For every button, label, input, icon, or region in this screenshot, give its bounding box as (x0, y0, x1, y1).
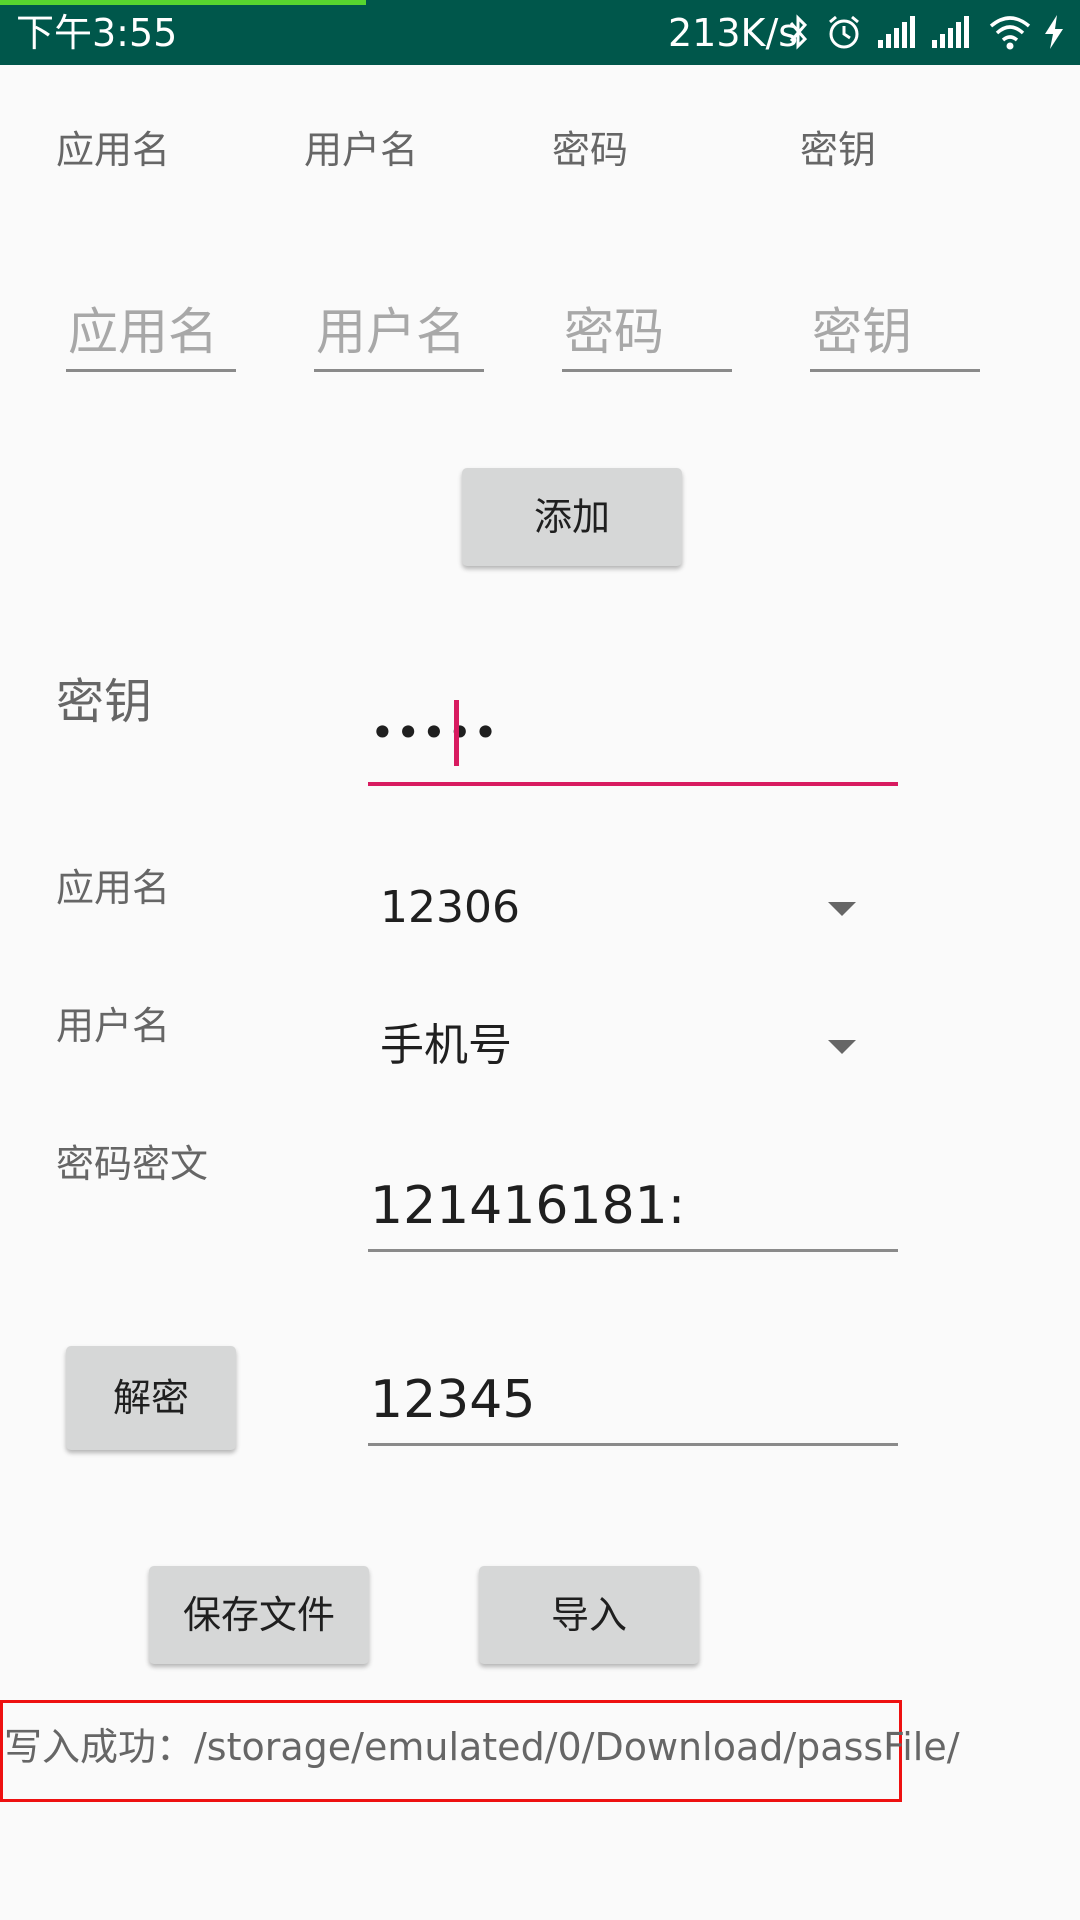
loading-progress-bar (0, 0, 366, 5)
header-key: 密钥 (800, 128, 877, 172)
add-button[interactable]: 添加 (462, 468, 682, 566)
username-input[interactable]: 用户名 (314, 298, 484, 372)
signal-icon (876, 12, 918, 52)
key-input[interactable]: 密钥 (810, 298, 980, 372)
header-app-name: 应用名 (56, 128, 171, 172)
result-message: 写入成功：/storage/emulated/0/Download/passFi… (4, 1725, 960, 1769)
cipher-text-value: 121416181: (370, 1176, 686, 1236)
username-spinner[interactable]: 手机号 (368, 1008, 868, 1084)
header-password: 密码 (552, 128, 629, 172)
key-password-value: ••••• (370, 708, 499, 757)
app-name-placeholder: 应用名 (68, 303, 218, 361)
charging-icon (1040, 12, 1068, 52)
text-cursor (454, 700, 459, 766)
signal-icon (930, 12, 972, 52)
cipher-label: 密码密文 (56, 1142, 209, 1186)
cipher-text-field[interactable]: 121416181: (368, 1168, 898, 1252)
network-speed: 213K/s (668, 11, 799, 55)
app-name-spinner[interactable]: 12306 (368, 870, 868, 946)
password-input[interactable]: 密码 (562, 298, 732, 372)
username-label: 用户名 (56, 1004, 171, 1048)
alarm-icon (824, 12, 864, 52)
dropdown-arrow-icon (828, 1040, 856, 1054)
app-name-selected: 12306 (380, 882, 520, 933)
decrypted-text-value: 12345 (370, 1370, 536, 1430)
save-file-button[interactable]: 保存文件 (149, 1566, 369, 1664)
header-username: 用户名 (304, 128, 419, 172)
decrypt-button[interactable]: 解密 (66, 1346, 236, 1450)
status-time: 下午3:55 (16, 11, 178, 55)
status-bar: 下午3:55 213K/s (0, 0, 1080, 65)
username-selected: 手机号 (380, 1020, 512, 1071)
key-placeholder: 密钥 (812, 303, 912, 361)
dropdown-arrow-icon (828, 902, 856, 916)
key-label: 密钥 (56, 674, 153, 730)
wifi-icon (988, 12, 1032, 52)
password-placeholder: 密码 (564, 303, 664, 361)
username-placeholder: 用户名 (316, 303, 466, 361)
bluetooth-icon (784, 12, 814, 52)
key-password-field[interactable]: ••••• (368, 696, 898, 786)
decrypted-text-field[interactable]: 12345 (368, 1362, 898, 1446)
import-button[interactable]: 导入 (479, 1566, 699, 1664)
app-name-label: 应用名 (56, 866, 171, 910)
app-name-input[interactable]: 应用名 (66, 298, 236, 372)
